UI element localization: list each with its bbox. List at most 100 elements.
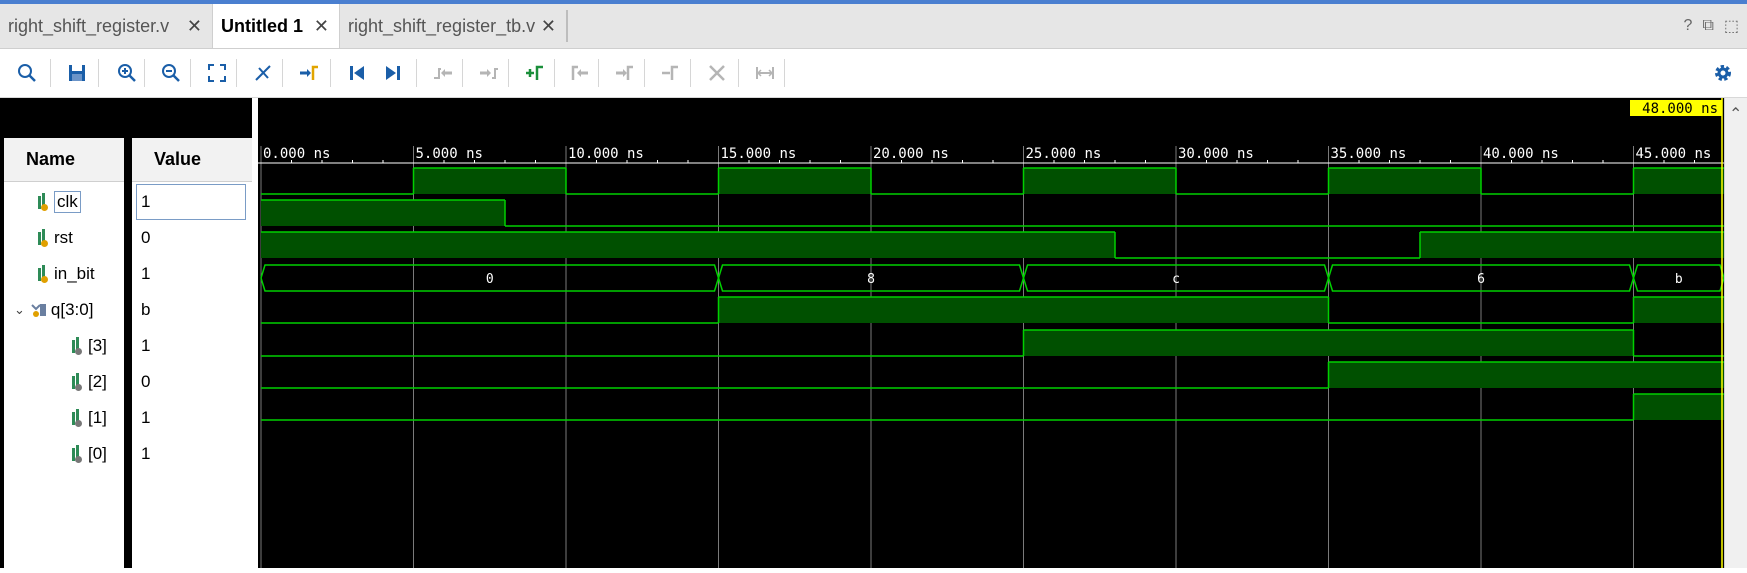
toolbar-separator	[508, 59, 509, 87]
toolbar-separator	[98, 59, 99, 87]
signal-name: clk	[54, 191, 81, 213]
restore-icon[interactable]: ⧉	[1702, 17, 1713, 35]
toolbar-separator	[282, 59, 283, 87]
time-tick-label: 30.000 ns	[1178, 146, 1254, 162]
signal-row-clk[interactable]: clk	[36, 184, 81, 220]
tab-label: right_shift_register_tb.v	[348, 15, 536, 36]
clk-high-segment	[1633, 168, 1724, 194]
signal-value-rst: 0	[141, 228, 151, 247]
signal-row-q2[interactable]: [2]	[70, 364, 107, 400]
name-column-header[interactable]: Name	[4, 138, 124, 182]
close-icon[interactable]: ✕	[314, 16, 329, 37]
signal-row-q1[interactable]: [1]	[70, 400, 107, 436]
snap-to-transition-icon[interactable]	[750, 59, 780, 87]
zoom-out-icon[interactable]	[156, 59, 186, 87]
marker-icon[interactable]	[248, 59, 278, 87]
time-tick-label: 40.000 ns	[1483, 146, 1559, 162]
toolbar-separator	[554, 59, 555, 87]
toolbar-separator	[644, 59, 645, 87]
value-column-header[interactable]: Value	[132, 138, 252, 182]
signal-row-in-bit[interactable]: in_bit	[36, 256, 95, 292]
time-tick-label: 5.000 ns	[416, 146, 483, 162]
clk-high-segment	[1328, 168, 1481, 194]
q3-high-segment	[1633, 297, 1724, 323]
chevron-down-icon[interactable]: ⌄	[14, 302, 25, 318]
q-bus-value-label: 6	[1477, 272, 1485, 287]
settings-icon[interactable]	[1708, 59, 1738, 87]
clk-high-segment	[1023, 168, 1176, 194]
editor-tab-bar: right_shift_register.v ✕ Untitled 1 ✕ ri…	[0, 4, 1747, 49]
signal-value-q2: 0	[141, 372, 151, 391]
toolbar-separator	[690, 59, 691, 87]
tab-divider	[566, 10, 568, 42]
q3-high-segment	[718, 297, 1329, 323]
toolbar-separator	[598, 59, 599, 87]
help-icon[interactable]: ?	[1684, 17, 1693, 35]
rst-high-segment	[261, 200, 505, 226]
waveform-toolbar	[0, 49, 1747, 98]
save-icon[interactable]	[62, 59, 92, 87]
tab-right-shift-register-tb[interactable]: right_shift_register_tb.v ✕	[340, 4, 566, 48]
tab-label: Untitled 1	[221, 15, 304, 36]
in-bit-high-segment	[1420, 232, 1724, 258]
search-icon[interactable]	[12, 59, 42, 87]
bit-signal-icon	[70, 337, 84, 355]
cursor-time-label: 48.000 ns	[1642, 101, 1718, 117]
scroll-up-icon[interactable]: ⌃	[1729, 104, 1742, 124]
signal-name: [3]	[88, 336, 107, 355]
waveform-canvas[interactable]: 0.000 ns 5.000 ns 10.000 ns 15.000 ns 20.000…	[258, 98, 1725, 568]
signal-value-q1: 1	[141, 408, 151, 427]
signal-value-in-bit: 1	[141, 264, 151, 283]
go-to-cursor-icon[interactable]	[294, 59, 324, 87]
signal-value-q3: 1	[141, 336, 151, 355]
clk-high-segment	[413, 168, 566, 194]
zoom-in-icon[interactable]	[112, 59, 142, 87]
signal-name: [0]	[88, 444, 107, 463]
signal-value-clk[interactable]: 1	[136, 184, 246, 220]
toolbar-separator	[462, 59, 463, 87]
tab-label: right_shift_register.v	[8, 15, 170, 36]
signal-name: [2]	[88, 372, 107, 391]
tab-untitled-1[interactable]: Untitled 1 ✕	[212, 4, 340, 48]
in-bit-high-segment	[261, 232, 1115, 258]
time-tick-label: 0.000 ns	[263, 146, 330, 162]
signal-row-q0[interactable]: [0]	[70, 436, 107, 472]
go-to-start-icon[interactable]	[342, 59, 372, 87]
clk-high-segment	[718, 168, 871, 194]
maximize-icon[interactable]: ⬚	[1724, 16, 1739, 36]
time-tick-label: 25.000 ns	[1026, 146, 1102, 162]
signal-row-q-bus[interactable]: ⌄ q[3:0]	[14, 292, 93, 328]
time-tick-label: 15.000 ns	[721, 146, 797, 162]
toolbar-separator	[144, 59, 145, 87]
vertical-scrollbar[interactable]: ⌃	[1724, 98, 1747, 568]
input-signal-icon	[36, 265, 50, 283]
go-to-end-icon[interactable]	[378, 59, 408, 87]
signal-name: in_bit	[54, 264, 95, 283]
column-divider[interactable]	[124, 138, 132, 568]
signal-name: rst	[54, 228, 73, 247]
waveform-svg[interactable]: 0.000 ns 5.000 ns 10.000 ns 15.000 ns 20.000…	[258, 98, 1725, 568]
swap-cursors-icon[interactable]	[656, 59, 686, 87]
previous-marker-icon[interactable]	[566, 59, 596, 87]
time-tick-label: 45.000 ns	[1636, 146, 1712, 162]
signal-row-rst[interactable]: rst	[36, 220, 73, 256]
time-tick-label: 20.000 ns	[873, 146, 949, 162]
signal-row-q3[interactable]: [3]	[70, 328, 107, 364]
q-bus-value-label: 0	[486, 272, 494, 287]
zoom-fit-icon[interactable]	[202, 59, 232, 87]
add-marker-icon[interactable]	[520, 59, 550, 87]
delete-marker-icon[interactable]	[702, 59, 732, 87]
input-signal-icon	[36, 193, 50, 211]
toolbar-separator	[330, 59, 331, 87]
next-transition-icon[interactable]	[474, 59, 504, 87]
next-marker-icon[interactable]	[610, 59, 640, 87]
tab-right-shift-register[interactable]: right_shift_register.v ✕	[0, 4, 212, 48]
toolbar-separator	[416, 59, 417, 87]
time-tick-label: 10.000 ns	[568, 146, 644, 162]
close-icon[interactable]: ✕	[187, 16, 202, 37]
previous-transition-icon[interactable]	[428, 59, 458, 87]
close-icon[interactable]: ✕	[541, 16, 556, 37]
bit-signal-icon	[70, 373, 84, 391]
input-signal-icon	[36, 229, 50, 247]
signal-value-q: b	[141, 300, 151, 319]
